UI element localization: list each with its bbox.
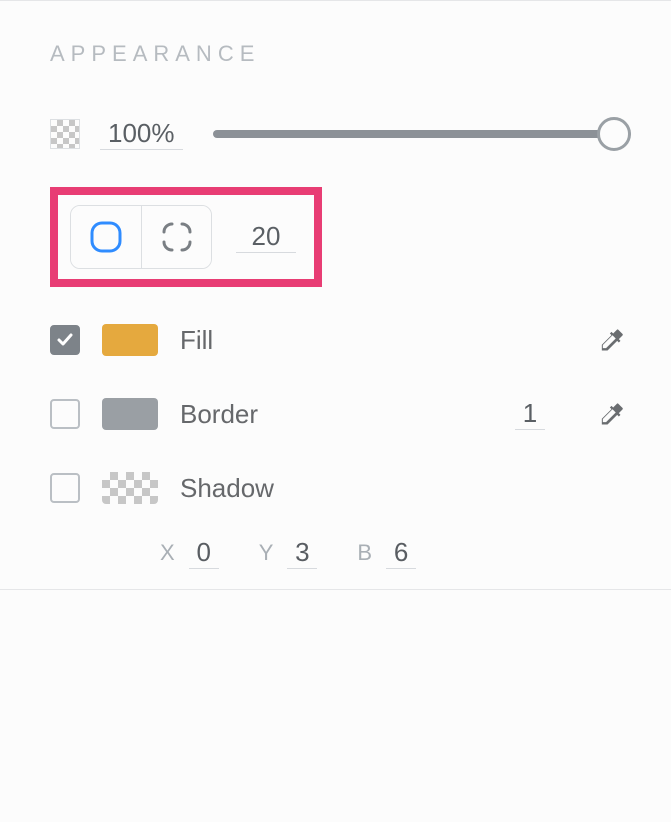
shadow-checkbox[interactable] [50,473,80,503]
border-row: Border 1 [50,391,631,437]
section-heading: APPEARANCE [50,41,631,67]
fill-label: Fill [180,325,213,356]
opacity-slider-track [213,130,632,138]
corner-radius-independent-button[interactable] [141,206,211,268]
eyedropper-icon [597,326,625,354]
opacity-row: 100% [50,117,631,151]
border-color-swatch[interactable] [102,398,158,430]
border-width-input[interactable]: 1 [515,398,545,430]
opacity-slider[interactable] [213,117,632,151]
shadow-label: Shadow [180,473,274,504]
rounded-rect-icon [89,220,123,254]
shadow-x-label: X [160,540,175,566]
fill-eyedropper-button[interactable] [591,320,631,360]
shadow-color-swatch[interactable] [102,472,158,504]
checkmark-icon [55,330,75,350]
shadow-y-label: Y [259,540,274,566]
opacity-input[interactable]: 100% [100,118,183,150]
shadow-b-label: B [357,540,372,566]
eyedropper-icon [597,400,625,428]
shadow-offsets-row: X 0 Y 3 B 6 [160,537,631,569]
shadow-x-input[interactable]: 0 [189,537,219,569]
shadow-b-input[interactable]: 6 [386,537,416,569]
corner-radius-input[interactable]: 20 [236,221,296,253]
border-label: Border [180,399,258,430]
opacity-slider-thumb[interactable] [597,117,631,151]
corner-radius-uniform-button[interactable] [71,206,141,268]
corner-radius-mode-segmented [70,205,212,269]
opacity-checker-icon [50,119,80,149]
independent-corners-icon [160,220,194,254]
fill-row: Fill [50,317,631,363]
appearance-panel: APPEARANCE 100% 2 [0,0,671,590]
corner-radius-highlight: 20 [50,187,322,287]
border-checkbox[interactable] [50,399,80,429]
fill-checkbox[interactable] [50,325,80,355]
border-eyedropper-button[interactable] [591,394,631,434]
shadow-row: Shadow [50,465,631,511]
fill-color-swatch[interactable] [102,324,158,356]
shadow-y-input[interactable]: 3 [287,537,317,569]
